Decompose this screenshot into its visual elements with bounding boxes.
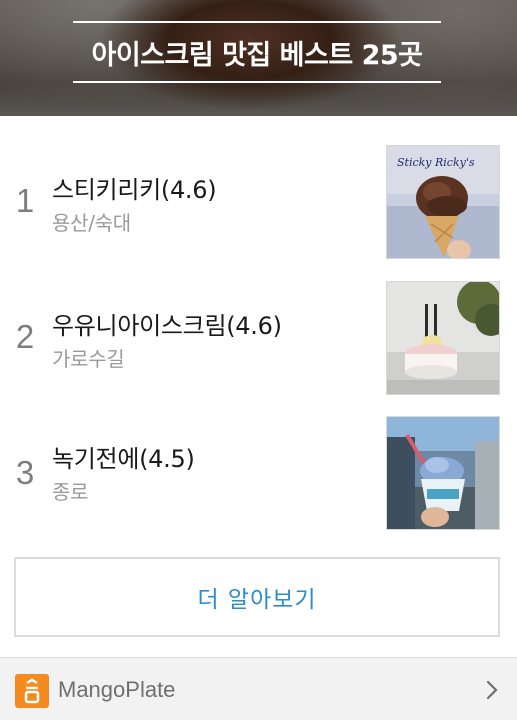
restaurant-name[interactable]: 녹기전에(4.5) — [52, 439, 195, 474]
list-item[interactable]: 3 녹기전에(4.5) 종로 — [0, 396, 517, 530]
restaurant-thumbnail[interactable]: Sticky Ricky's — [386, 145, 500, 259]
restaurant-list: 1 스티키리키(4.6) 용산/숙대 Sticky Ricky's 2 우유니아… — [0, 130, 517, 530]
thumbnail-ice-cream-cone: Sticky Ricky's — [387, 146, 499, 258]
sign-text: Sticky Ricky's — [397, 156, 475, 169]
restaurant-thumbnail[interactable] — [386, 281, 500, 395]
rank-number: 1 — [15, 182, 35, 219]
restaurant-area: 가로수길 — [52, 347, 125, 371]
rank-number: 2 — [15, 318, 35, 355]
chevron-right-icon[interactable] — [486, 680, 498, 700]
restaurant-name[interactable]: 스티키리키(4.6) — [52, 170, 217, 205]
restaurant-area: 종로 — [52, 480, 89, 504]
footer-bar[interactable]: MangoPlate — [0, 657, 517, 720]
list-item[interactable]: 2 우유니아이스크림(4.6) 가로수길 — [0, 263, 517, 396]
rank-number: 3 — [15, 454, 35, 491]
thumbnail-soft-serve-cup — [387, 282, 499, 394]
brand-name: MangoPlate — [58, 677, 176, 702]
restaurant-area: 용산/숙대 — [52, 211, 131, 235]
thumbnail-blue-ice-cream-cup — [387, 417, 499, 529]
banner-title-frame: 아이스크림 맛집 베스트 25곳 — [73, 21, 441, 83]
header-banner: 아이스크림 맛집 베스트 25곳 — [0, 0, 517, 116]
more-button-label: 더 알아보기 — [197, 587, 317, 613]
list-item[interactable]: 1 스티키리키(4.6) 용산/숙대 Sticky Ricky's — [0, 130, 517, 263]
restaurant-thumbnail[interactable] — [386, 416, 500, 530]
page-title: 아이스크림 맛집 베스트 25곳 — [91, 39, 423, 71]
more-button[interactable]: 더 알아보기 — [14, 557, 500, 637]
restaurant-name[interactable]: 우유니아이스크림(4.6) — [52, 306, 282, 341]
mangoplate-logo-icon — [15, 674, 49, 708]
